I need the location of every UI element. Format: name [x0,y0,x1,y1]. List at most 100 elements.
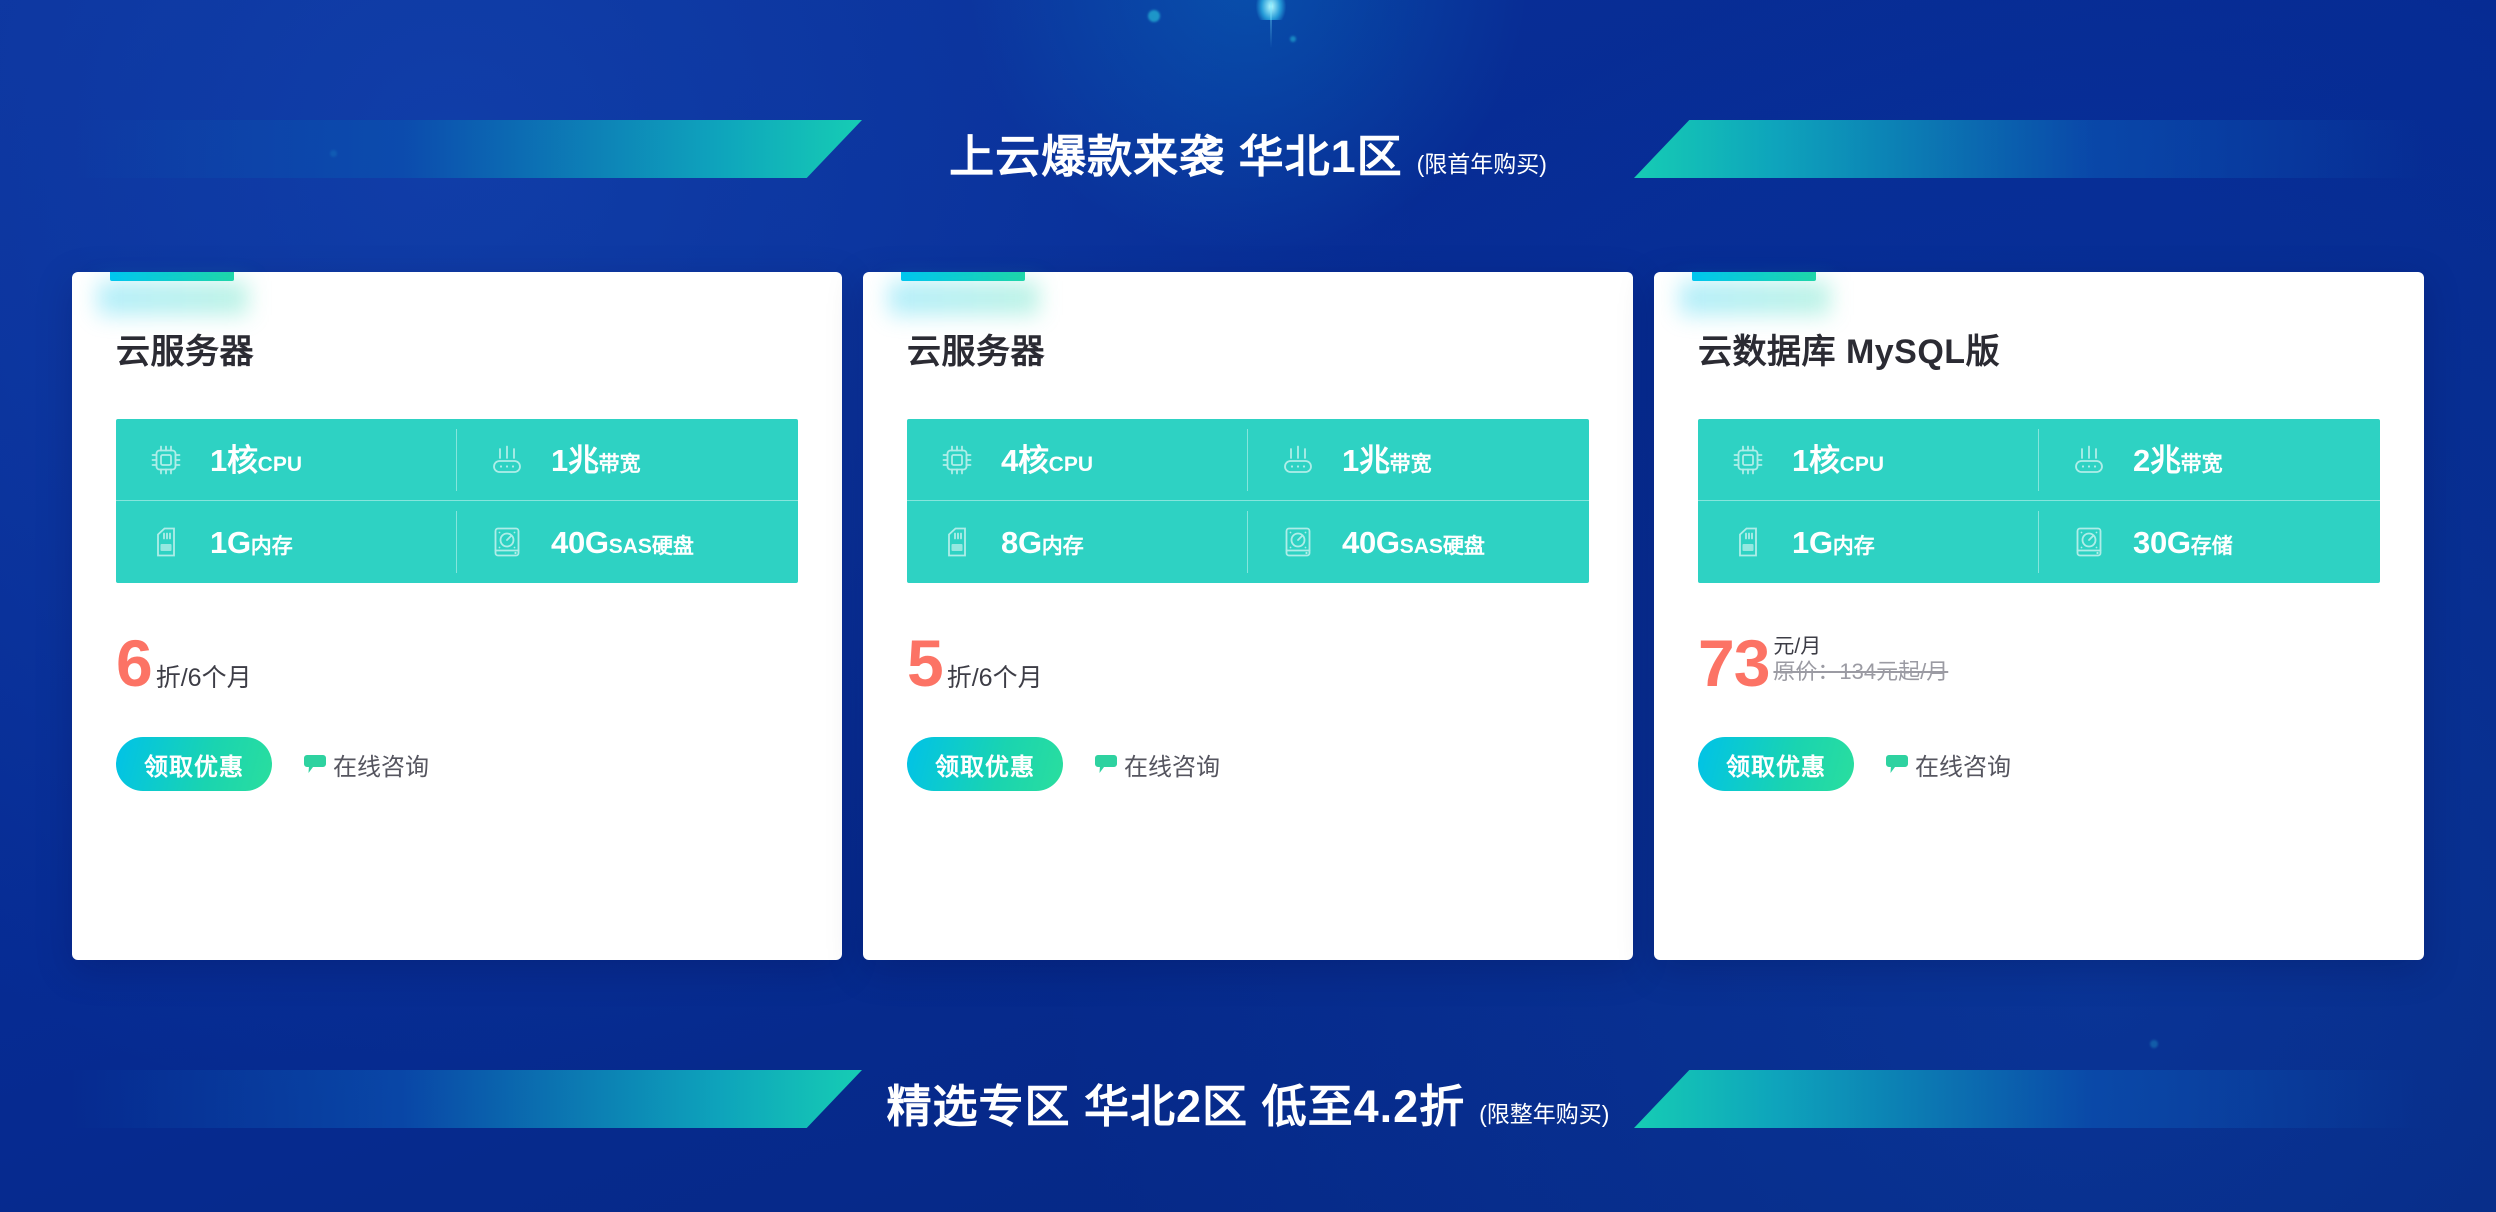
spec-value: 2兆 [2133,442,2181,478]
spec-unit: CPU [1048,452,1093,476]
ribbon-right-decoration [1634,120,2424,178]
price-suffix: 折/6个月 [946,664,1043,693]
card-actions: 领取优惠 在线咨询 [116,737,798,791]
spec-value: 1核 [210,442,258,478]
spec-text: 8G内存 [1001,527,1084,558]
card-top-tab [110,272,234,281]
spec-value: 8G [1001,524,1042,560]
price-original: 原价：134元起/月 [1773,659,1949,685]
spec-text: 40GSAS硬盘 [551,527,694,558]
spec-text: 1兆带宽 [1342,445,1432,476]
price-row: 5 折/6个月 [907,630,1589,707]
spec-text: 1核CPU [1792,445,1884,476]
spec-value: 1G [210,524,251,560]
spec-text: 40GSAS硬盘 [1342,527,1485,558]
disk-icon [2067,520,2111,564]
spec-unit: 带宽 [598,452,641,476]
card-top-tab [901,272,1025,281]
section-header-top: 上云爆款来袭 华北1区 (限首年购买) [0,106,2496,198]
price-number: 6 [116,626,153,700]
spec-text: 4核CPU [1001,445,1093,476]
card-actions: 领取优惠 在线咨询 [907,737,1589,791]
memory-icon [144,520,188,564]
spec-cell-disk: 40GSAS硬盘 [1248,501,1589,583]
spec-cell-memory: 1G内存 [1698,501,2039,583]
claim-offer-button[interactable]: 领取优惠 [1698,737,1854,791]
price-detail: 折/6个月 [152,633,252,695]
spec-unit: 存储 [2190,534,2233,558]
spec-value: 40G [551,524,609,560]
spec-value: 1兆 [1342,442,1390,478]
claim-offer-button[interactable]: 领取优惠 [116,737,272,791]
spec-unit: 内存 [250,534,293,558]
spec-cell-bandwidth: 2兆带宽 [2039,419,2380,501]
bandwidth-icon [1276,438,1320,482]
memory-icon [935,520,979,564]
memory-icon [1726,520,1770,564]
background-dot [1290,36,1296,42]
spec-cell-bandwidth: 1兆带宽 [457,419,798,501]
product-card[interactable]: 云服务器 4核CPU 1兆带宽 8G内存 40GSAS硬盘 5 折/6个月 领取… [863,272,1633,960]
spec-grid: 1核CPU 2兆带宽 1G内存 30G存储 [1698,419,2380,583]
product-title: 云数据库 MySQL版 [1698,333,2001,371]
spec-grid: 4核CPU 1兆带宽 8G内存 40GSAS硬盘 [907,419,1589,583]
product-card[interactable]: 云服务器 1核CPU 1兆带宽 1G内存 40GSAS硬盘 6 折/6个月 领取… [72,272,842,960]
product-card[interactable]: 云数据库 MySQL版 1核CPU 2兆带宽 1G内存 30G存储 73 元/月… [1654,272,2424,960]
background-dot [2150,1040,2158,1048]
spec-text: 30G存储 [2133,527,2233,558]
section-header-bottom-text: 精选专区 华北2区 低至4.2折 (限整年购买) [861,1070,1636,1135]
online-consult-label: 在线咨询 [333,753,429,781]
spec-cell-memory: 1G内存 [116,501,457,583]
spec-cell-memory: 8G内存 [907,501,1248,583]
section-title: 精选专区 华北2区 低至4.2折 [886,1080,1466,1132]
spec-unit: 内存 [1041,534,1084,558]
chat-bubble-icon [1095,754,1117,774]
spec-cell-disk: 40GSAS硬盘 [457,501,798,583]
spec-value: 1核 [1792,442,1840,478]
spec-cell-disk: 30G存储 [2039,501,2380,583]
card-actions: 领取优惠 在线咨询 [1698,737,2380,791]
online-consult-link[interactable]: 在线咨询 [1095,747,1220,782]
spec-value: 1兆 [551,442,599,478]
section-note: (限首年购买) [1416,150,1547,177]
ribbon-left-decoration [72,120,862,178]
spec-unit: 带宽 [1389,452,1432,476]
price-detail: 折/6个月 [943,633,1043,695]
spec-value: 4核 [1001,442,1049,478]
disk-icon [485,520,529,564]
online-consult-label: 在线咨询 [1915,753,2011,781]
spec-cell-cpu: 1核CPU [116,419,457,501]
spec-unit: SAS硬盘 [608,534,694,558]
spec-unit: 带宽 [2180,452,2223,476]
sparkle-icon [1256,0,1286,48]
spec-text: 1兆带宽 [551,445,641,476]
cpu-icon [144,438,188,482]
online-consult-link[interactable]: 在线咨询 [1886,747,2011,782]
bandwidth-icon [2067,438,2111,482]
spec-unit: 内存 [1832,534,1875,558]
spec-value: 1G [1792,524,1833,560]
bandwidth-icon [485,438,529,482]
cpu-icon [1726,438,1770,482]
online-consult-label: 在线咨询 [1124,753,1220,781]
price-detail: 元/月 原价：134元起/月 [1769,633,1948,695]
claim-offer-button[interactable]: 领取优惠 [907,737,1063,791]
spec-unit: SAS硬盘 [1399,534,1485,558]
chat-bubble-icon [304,754,326,774]
ribbon-left-decoration [72,1070,862,1128]
product-title: 云服务器 [907,333,1045,371]
cpu-icon [935,438,979,482]
card-top-tab [1692,272,1816,281]
background-dot [1148,10,1160,22]
section-title: 上云爆款来袭 华北1区 [949,130,1403,182]
product-card-list: 云服务器 1核CPU 1兆带宽 1G内存 40GSAS硬盘 6 折/6个月 领取… [72,272,2424,960]
section-note: (限整年购买) [1479,1100,1610,1127]
spec-text: 1核CPU [210,445,302,476]
online-consult-link[interactable]: 在线咨询 [304,747,429,782]
spec-cell-cpu: 1核CPU [1698,419,2039,501]
disk-icon [1276,520,1320,564]
spec-cell-cpu: 4核CPU [907,419,1248,501]
spec-text: 2兆带宽 [2133,445,2223,476]
spec-unit: CPU [257,452,302,476]
ribbon-right-decoration [1634,1070,2424,1128]
